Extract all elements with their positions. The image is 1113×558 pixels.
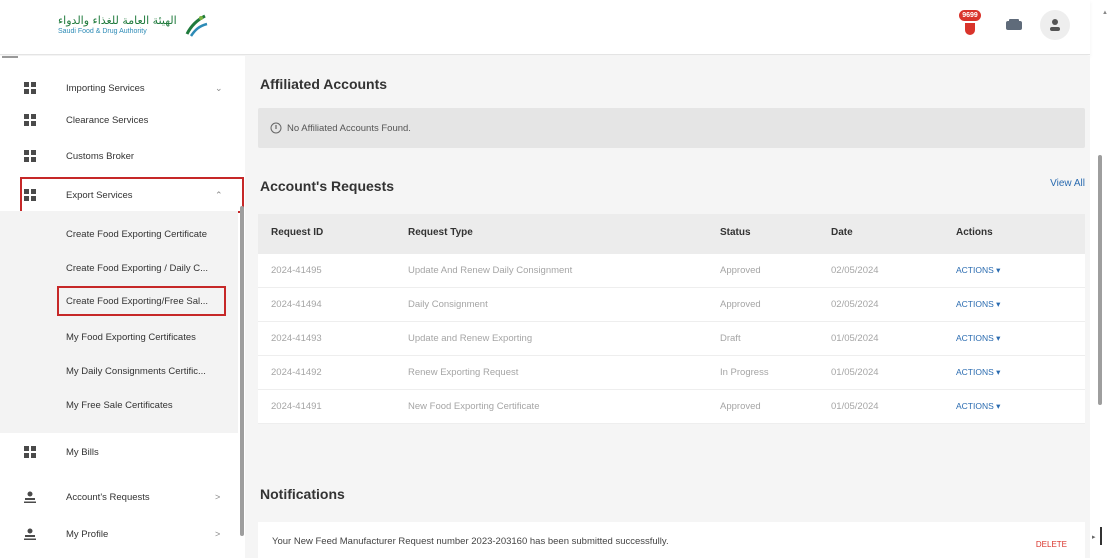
cell-date: 02/05/2024 — [831, 265, 879, 276]
text-cursor — [1100, 527, 1102, 545]
sidebar: Importing Services ⌄ Clearance Services … — [0, 56, 245, 558]
delete-notification-button[interactable]: DELETE — [1036, 540, 1067, 549]
view-all-link[interactable]: View All — [1050, 178, 1085, 189]
sidebar-item-my-profile[interactable]: My Profile > — [0, 518, 238, 550]
cell-request-type: Update and Renew Exporting — [408, 333, 533, 344]
grid-icon — [24, 150, 36, 162]
sidebar-item-label: Export Services — [66, 189, 133, 201]
cell-status: Approved — [720, 401, 761, 412]
grid-icon — [24, 446, 36, 458]
column-header-status[interactable]: Status — [720, 227, 751, 238]
actions-dropdown-button[interactable]: ACTIONS ▾ — [956, 367, 1000, 378]
sidebar-item-label: Clearance Services — [66, 114, 149, 126]
chevron-up-icon: ⌃ — [215, 189, 223, 200]
chevron-right-icon[interactable]: ▸ — [1092, 533, 1096, 541]
sidebar-item-export-services[interactable]: Export Services ⌃ — [20, 177, 244, 213]
submenu-item-create-food-exporting-daily[interactable]: Create Food Exporting / Daily C... — [59, 253, 224, 283]
chevron-right-icon: > — [215, 529, 221, 539]
column-header-date[interactable]: Date — [831, 227, 853, 238]
table-row[interactable]: 2024-41492 Renew Exporting Request In Pr… — [258, 356, 1085, 390]
main-scrollbar[interactable] — [1098, 155, 1102, 405]
sfda-emblem-icon — [185, 14, 208, 37]
cell-request-id: 2024-41492 — [271, 367, 322, 378]
sidebar-item-label: Account's Requests — [66, 491, 150, 503]
notifications-bell-icon[interactable]: 9699 — [958, 10, 988, 40]
column-header-actions: Actions — [956, 227, 993, 238]
sidebar-item-label: My Bills — [66, 446, 99, 458]
sfda-logo[interactable]: الهيئة العامة للغذاء والدواء Saudi Food … — [58, 12, 209, 38]
grid-icon — [24, 82, 36, 94]
table-row[interactable]: 2024-41493 Update and Renew Exporting Dr… — [258, 322, 1085, 356]
actions-dropdown-button[interactable]: ACTIONS ▾ — [956, 333, 1000, 344]
table-row[interactable]: 2024-41495 Update And Renew Daily Consig… — [258, 254, 1085, 288]
submenu-item-my-food-exporting-certificates[interactable]: My Food Exporting Certificates — [59, 322, 224, 352]
submenu-item-create-food-exporting-free-sale[interactable]: Create Food Exporting/Free Sal... — [57, 286, 226, 316]
cell-status: Approved — [720, 265, 761, 276]
table-row[interactable]: 2024-41491 New Food Exporting Certificat… — [258, 390, 1085, 424]
accounts-requests-title: Account's Requests — [260, 178, 395, 194]
sidebar-item-customs-broker[interactable]: Customs Broker — [0, 140, 238, 172]
info-icon — [270, 122, 282, 134]
empty-state-text: No Affiliated Accounts Found. — [287, 122, 411, 134]
actions-dropdown-button[interactable]: ACTIONS ▾ — [956, 299, 1000, 310]
sidebar-item-label: Customs Broker — [66, 150, 135, 162]
user-avatar-icon[interactable] — [1040, 10, 1070, 40]
grid-icon — [24, 189, 36, 201]
person-icon — [24, 491, 36, 503]
actions-dropdown-button[interactable]: ACTIONS ▾ — [956, 265, 1000, 276]
cell-request-type: New Food Exporting Certificate — [408, 401, 540, 412]
sidebar-item-label: Importing Services — [66, 82, 145, 94]
notification-card: Your New Feed Manufacturer Request numbe… — [258, 522, 1085, 558]
apps-icon[interactable] — [1002, 13, 1026, 37]
cell-date: 01/05/2024 — [831, 401, 879, 412]
main-content: Affiliated Accounts No Affiliated Accoun… — [245, 56, 1090, 558]
cell-status: In Progress — [720, 367, 769, 378]
sidebar-item-clearance-services[interactable]: Clearance Services — [0, 104, 238, 136]
grid-icon — [24, 114, 36, 126]
cell-request-id: 2024-41493 — [271, 333, 322, 344]
submenu-item-create-food-exporting-certificate[interactable]: Create Food Exporting Certificate — [59, 219, 224, 249]
column-header-request-type[interactable]: Request Type — [408, 227, 473, 238]
sidebar-item-my-bills[interactable]: My Bills — [0, 436, 238, 468]
cell-request-type: Renew Exporting Request — [408, 367, 519, 378]
requests-table: Request ID Request Type Status Date Acti… — [258, 214, 1085, 424]
chevron-down-icon: ⌄ — [215, 82, 223, 93]
table-header: Request ID Request Type Status Date Acti… — [258, 214, 1085, 254]
actions-dropdown-button[interactable]: ACTIONS ▾ — [956, 401, 1000, 412]
column-header-request-id[interactable]: Request ID — [271, 227, 323, 238]
submenu-item-my-free-sale-certificates[interactable]: My Free Sale Certificates — [59, 390, 224, 420]
cell-date: 01/05/2024 — [831, 333, 879, 344]
cell-request-type: Update And Renew Daily Consignment — [408, 265, 573, 276]
cell-date: 01/05/2024 — [831, 367, 879, 378]
cell-request-type: Daily Consignment — [408, 299, 488, 310]
sidebar-item-accounts-requests[interactable]: Account's Requests > — [0, 481, 238, 513]
affiliated-accounts-title: Affiliated Accounts — [260, 76, 388, 92]
chevron-right-icon: > — [215, 492, 221, 502]
cell-date: 02/05/2024 — [831, 299, 879, 310]
notification-count-badge: 9699 — [959, 10, 981, 21]
affiliated-accounts-empty-state: No Affiliated Accounts Found. — [258, 108, 1085, 148]
cell-request-id: 2024-41491 — [271, 401, 322, 412]
cell-status: Approved — [720, 299, 761, 310]
top-scroll-arrow-icon[interactable]: ▲ — [1102, 10, 1108, 16]
logo-arabic-text: الهيئة العامة للغذاء والدواء — [58, 14, 177, 27]
notifications-title: Notifications — [260, 486, 345, 502]
export-services-submenu: Create Food Exporting Certificate Create… — [0, 211, 238, 433]
logo-english-text: Saudi Food & Drug Authority — [58, 28, 147, 35]
sidebar-item-label: My Profile — [66, 528, 109, 540]
top-header: الهيئة العامة للغذاء والدواء Saudi Food … — [0, 0, 1090, 55]
sidebar-scrollbar[interactable] — [240, 206, 244, 536]
cell-request-id: 2024-41495 — [271, 265, 322, 276]
person-icon — [24, 528, 36, 540]
sidebar-item-importing-services[interactable]: Importing Services ⌄ — [0, 72, 238, 104]
sidebar-top-marker-icon — [2, 56, 18, 58]
notification-message: Your New Feed Manufacturer Request numbe… — [272, 536, 669, 547]
table-row[interactable]: 2024-41494 Daily Consignment Approved 02… — [258, 288, 1085, 322]
cell-request-id: 2024-41494 — [271, 299, 322, 310]
cell-status: Draft — [720, 333, 741, 344]
submenu-item-my-daily-consignments-certificates[interactable]: My Daily Consignments Certific... — [59, 356, 224, 386]
